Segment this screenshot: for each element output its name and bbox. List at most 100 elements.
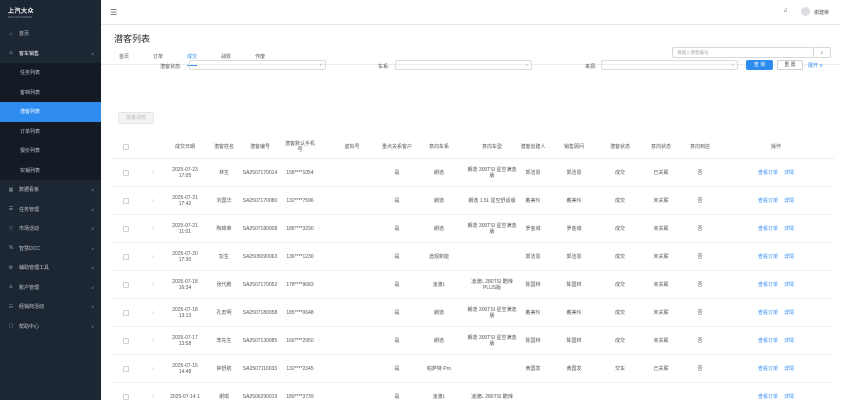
cell-advisor: 黄国发 <box>566 365 582 372</box>
column-header: 销售顾问 <box>563 144 584 150</box>
sidebar-subitem[interactable]: 订单列表 <box>0 121 101 141</box>
sidebar-subitem[interactable]: 客档列表 <box>0 82 101 102</box>
chevron-right-icon[interactable]: › <box>152 170 154 177</box>
chevron-right-icon[interactable]: › <box>152 366 154 373</box>
batch-defeat-button[interactable]: 批量战败 <box>118 112 154 124</box>
column-header: 意向状态 <box>650 144 671 150</box>
brand-logo[interactable]: 上汽大众 SAIC VOLKSWAGEN <box>0 0 101 24</box>
cell-key: 是 <box>394 309 400 316</box>
sidebar-item[interactable]: ⚠ 客车销售 ∧ <box>0 44 101 64</box>
row-checkbox[interactable] <box>123 366 129 372</box>
select-all-checkbox[interactable] <box>123 144 129 150</box>
cell-id: SA2507180008 <box>242 225 278 232</box>
details-link[interactable]: 详情 <box>784 198 794 205</box>
cell-id: SA2507110033 <box>242 365 278 372</box>
sidebar-subitem[interactable]: 实销列表 <box>0 160 101 180</box>
row-checkbox[interactable] <box>123 338 129 344</box>
details-link[interactable]: 详情 <box>784 282 794 289</box>
row-checkbox[interactable] <box>123 198 129 204</box>
chevron-right-icon[interactable]: › <box>152 394 154 400</box>
view-order-link[interactable]: 查看订单 <box>758 394 778 400</box>
row-checkbox[interactable] <box>123 310 129 316</box>
column-header: 潜客状态 <box>609 144 630 150</box>
details-link[interactable]: 详情 <box>784 310 794 317</box>
column-header: 潜客默认手机号 <box>285 141 316 153</box>
row-checkbox[interactable] <box>123 254 129 260</box>
cell-model: 朗逸 1.5L 星空舒适版 <box>468 197 516 204</box>
view-order-link[interactable]: 查看订单 <box>758 338 778 345</box>
sidebar-subitem[interactable]: 潜客列表 <box>0 102 101 122</box>
details-link[interactable]: 详情 <box>784 338 794 345</box>
sidebar-item[interactable]: ▽ 市场活动 ∨ <box>0 219 101 239</box>
bell-icon[interactable]: ♫ <box>783 8 788 14</box>
details-link[interactable]: 详情 <box>784 226 794 233</box>
sidebar-item[interactable]: ▢ 帮助中心 ∨ <box>0 317 101 337</box>
cell-date: 2025-07-21 11:01 <box>172 222 198 236</box>
cell-actions: 查看订单 详情 <box>736 355 816 383</box>
chevron-down-icon: ∨ <box>525 62 528 67</box>
view-order-link[interactable]: 查看订单 <box>758 366 778 373</box>
sidebar-item[interactable]: ☰ 任务管理 ∨ <box>0 200 101 220</box>
cell-model <box>467 243 517 271</box>
cell-series: 朗逸 <box>433 225 444 232</box>
cell-status: 交车 <box>614 365 625 372</box>
sidebar-item[interactable]: ☷ 经销商活动 ∨ <box>0 297 101 317</box>
sidebar-subitem[interactable]: 任务列表 <box>0 63 101 83</box>
view-order-link[interactable]: 查看订单 <box>758 198 778 205</box>
cell-status: 成交 <box>614 281 625 288</box>
chevron-right-icon[interactable]: › <box>152 310 154 317</box>
row-expand-cell: › <box>148 355 158 383</box>
cell-name: 张代鹏 <box>216 281 232 288</box>
sidebar-item[interactable]: ▦ 数据看板 ∨ <box>0 180 101 200</box>
row-select-cell <box>119 271 133 299</box>
reset-button[interactable]: 重 置 <box>777 60 803 70</box>
cell-actions: 查看订单 详情 <box>736 271 816 299</box>
view-order-link[interactable]: 查看订单 <box>758 226 778 233</box>
filter-label-source: 来源: <box>585 64 597 70</box>
view-order-link[interactable]: 查看订单 <box>758 310 778 317</box>
sidebar-subitem[interactable]: 报价列表 <box>0 141 101 161</box>
sidebar-item[interactable]: % 智慧DCC ∨ <box>0 239 101 259</box>
cell-advisor: 罗金城 <box>566 225 582 232</box>
row-checkbox[interactable] <box>123 226 129 232</box>
chevron-right-icon[interactable]: › <box>152 338 154 345</box>
row-checkbox[interactable] <box>123 170 129 176</box>
query-button[interactable]: 查 询 <box>746 60 773 70</box>
user-name[interactable]: 谢建荣 <box>814 9 829 16</box>
row-checkbox[interactable] <box>123 394 129 400</box>
details-link[interactable]: 详情 <box>784 170 794 177</box>
search-button[interactable]: ⌕ <box>814 47 831 58</box>
sidebar-item[interactable]: ⌂ 首页 <box>0 24 101 44</box>
cell-visit: 否 <box>697 337 703 344</box>
sidebar-item[interactable]: ⚙ 辅助管理工具 ∨ <box>0 258 101 278</box>
details-link[interactable]: 详情 <box>784 366 794 373</box>
chevron-right-icon[interactable]: › <box>152 254 154 261</box>
logo-subtext: SAIC VOLKSWAGEN <box>8 16 33 19</box>
details-link[interactable]: 详情 <box>784 394 794 400</box>
chevron-right-icon[interactable]: › <box>152 198 154 205</box>
cell-series: 朗逸 <box>433 197 444 204</box>
search-input[interactable]: 请输入潜客编号 <box>672 47 814 58</box>
details-link[interactable]: 详情 <box>784 254 794 261</box>
source-select[interactable]: ∨ <box>601 60 738 70</box>
status-select[interactable]: ∨ <box>189 60 326 70</box>
avatar[interactable] <box>801 7 810 16</box>
expand-filters-button[interactable]: 展开 ∨ <box>808 62 823 69</box>
sidebar-item[interactable]: ♙ 账户管理 ∨ <box>0 278 101 298</box>
table-row: › 2025-07-14 1 谢琪 SA2506290019 189****3739 是 凌… <box>111 383 834 400</box>
filter-label-series: 车系: <box>378 64 390 70</box>
sidebar-item-label: 首页 <box>19 31 30 38</box>
cell-name: 谢琪 <box>218 393 229 400</box>
row-checkbox[interactable] <box>123 282 129 288</box>
view-order-link[interactable]: 查看订单 <box>758 254 778 261</box>
chevron-right-icon[interactable]: › <box>152 282 154 289</box>
view-order-link[interactable]: 查看订单 <box>758 282 778 289</box>
chevron-down-icon: ∨ <box>91 284 94 290</box>
view-order-link[interactable]: 查看订单 <box>758 170 778 177</box>
menu-toggle-icon[interactable]: ☰ <box>110 8 117 17</box>
series-select[interactable]: ∨ <box>395 60 532 70</box>
cell-virtual <box>338 271 366 299</box>
chevron-right-icon[interactable]: › <box>152 226 154 233</box>
table-header: 成交日期 潜客姓名 潜客编号 潜客默认手机号 虚拟号 重点关系客户 意向车系 意向车型 潜客创建… <box>111 135 834 159</box>
sidebar-item-label: 任务管理 <box>19 206 40 213</box>
